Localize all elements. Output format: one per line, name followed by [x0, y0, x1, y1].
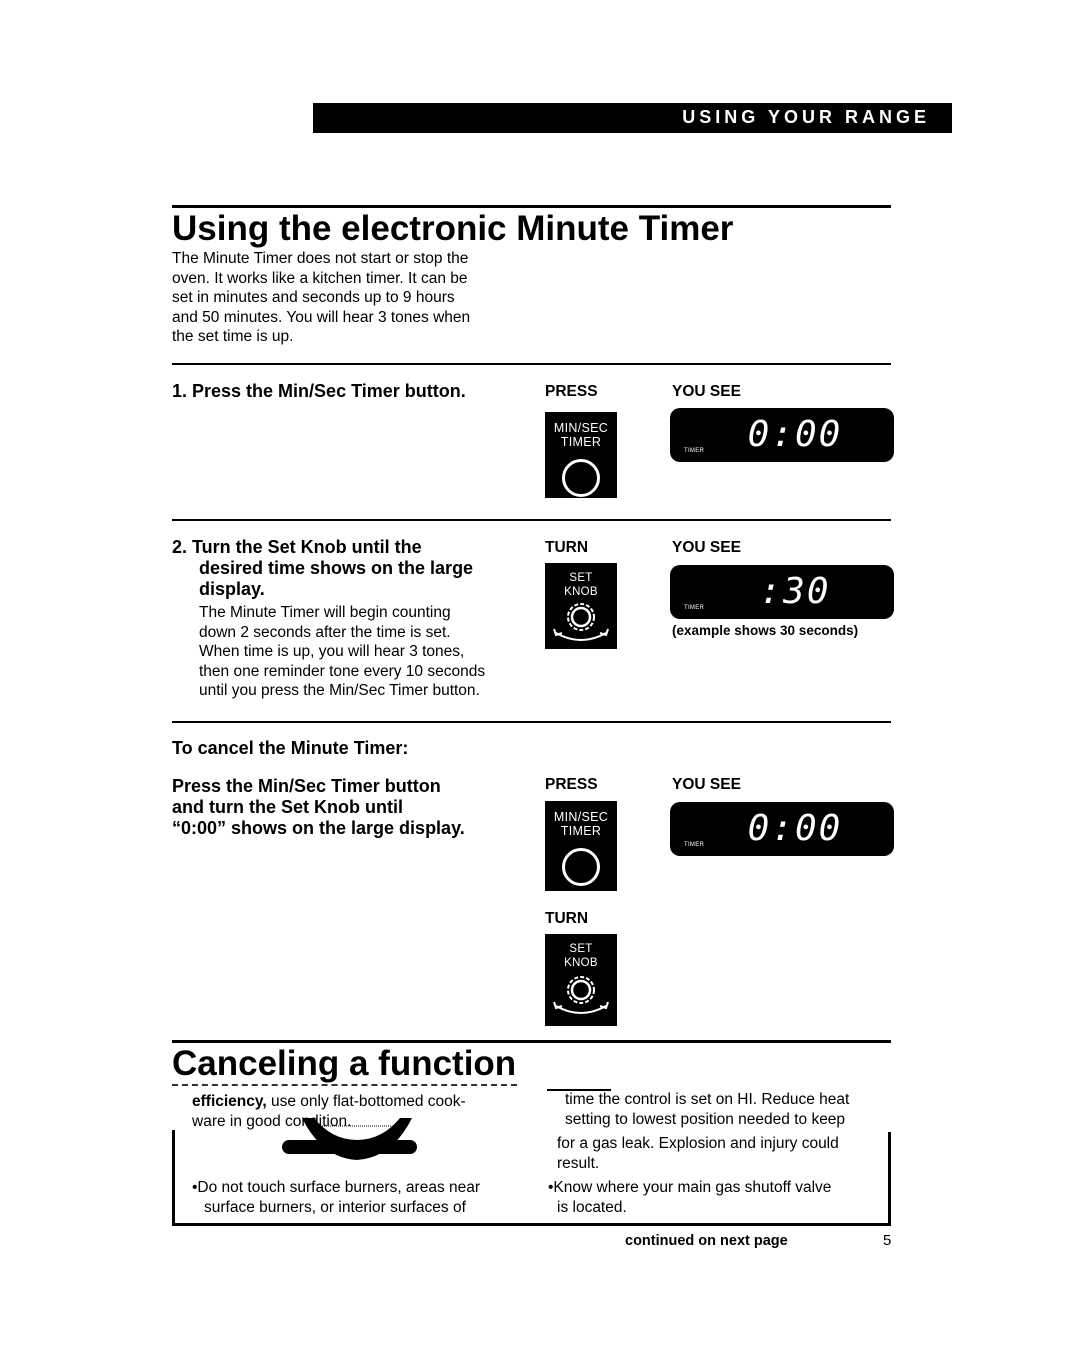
- warning-box-left-border: [172, 1130, 175, 1226]
- min-sec-timer-button[interactable]: MIN/SEC TIMER: [545, 801, 617, 891]
- intro-paragraph: The Minute Timer does not start or stop …: [172, 249, 532, 347]
- display-timer-tag: TIMER: [684, 605, 705, 611]
- title-rule: [172, 205, 891, 208]
- set-knob[interactable]: SET KNOB: [545, 563, 617, 649]
- page-number: 5: [883, 1232, 892, 1249]
- step1-rule: [172, 363, 891, 365]
- step2-body-line: When time is up, you will hear 3 tones,: [199, 643, 465, 660]
- knob-rotate-icon: [553, 603, 609, 641]
- knob-rotate-icon: [553, 976, 609, 1014]
- left-bullet: •Do not touch surface burners, areas nea…: [192, 1178, 480, 1217]
- scan-artifact-line: [172, 1084, 517, 1089]
- button-label-line: TIMER: [560, 435, 602, 449]
- knob-label-line: KNOB: [564, 586, 598, 598]
- turn-label: TURN: [545, 910, 589, 927]
- knob-label-line: KNOB: [564, 957, 598, 969]
- intro-line: and 50 minutes. You will hear 3 tones wh…: [172, 308, 471, 326]
- display-timer-tag: TIMER: [684, 842, 705, 848]
- step2-title-line: desired time shows on the large: [199, 558, 474, 578]
- knob-label: SET KNOB: [545, 563, 617, 599]
- bullet-line: •Do not touch surface burners, areas nea…: [192, 1179, 481, 1196]
- you-see-label: YOU SEE: [672, 776, 741, 793]
- right-text-top: time the control is set on HI. Reduce he…: [565, 1090, 849, 1129]
- right-bullet: •Know where your main gas shutoff valve …: [548, 1178, 831, 1217]
- button-label-line: MIN/SEC: [553, 810, 609, 824]
- display-digits: 0:00: [747, 414, 843, 455]
- turn-label: TURN: [545, 539, 589, 556]
- section-label: USING YOUR RANGE: [682, 107, 930, 127]
- cancel-rule: [172, 721, 891, 723]
- circle-button-icon: [562, 848, 600, 886]
- right-line: time the control is set on HI. Reduce he…: [565, 1091, 850, 1108]
- warning-box-bottom-border: [172, 1223, 891, 1226]
- press-label: PRESS: [545, 383, 598, 400]
- warning-box-right-border: [888, 1132, 891, 1226]
- step2-body-line: until you press the Min/Sec Timer button…: [199, 682, 480, 699]
- continued-note: continued on next page: [625, 1233, 788, 1249]
- page-title: Using the electronic Minute Timer: [172, 209, 734, 248]
- step2-title-line: display.: [199, 579, 265, 599]
- button-label-line: TIMER: [560, 824, 602, 838]
- intro-line: The Minute Timer does not start or stop …: [172, 250, 469, 267]
- right-text-mid: for a gas leak. Explosion and injury cou…: [557, 1134, 839, 1173]
- timer-display: :30 TIMER: [670, 565, 894, 619]
- intro-line: oven. It works like a kitchen timer. It …: [172, 269, 468, 287]
- set-knob[interactable]: SET KNOB: [545, 934, 617, 1026]
- step2-body-line: then one reminder tone every 10 seconds: [199, 662, 486, 680]
- press-label: PRESS: [545, 776, 598, 793]
- step2-body: The Minute Timer will begin counting dow…: [199, 603, 485, 701]
- knob-label-line: SET: [569, 572, 593, 584]
- bullet-line: is located.: [557, 1198, 627, 1216]
- knob-label: SET KNOB: [545, 934, 617, 970]
- cancel-heading: To cancel the Minute Timer:: [172, 738, 409, 758]
- bullet-line: surface burners, or interior surfaces of: [204, 1198, 466, 1216]
- step2-body-line: The Minute Timer will begin counting: [199, 604, 451, 621]
- step2-title-line: 2. Turn the Set Knob until the: [172, 537, 422, 557]
- step1-title: 1. Press the Min/Sec Timer button.: [172, 381, 466, 401]
- intro-line: the set time is up.: [172, 328, 294, 345]
- section2-title: Canceling a function: [172, 1044, 517, 1083]
- efficiency-rest: use only flat-bottomed cook-: [266, 1093, 466, 1110]
- cancel-instruction-line: and turn the Set Knob until: [172, 797, 403, 817]
- display-caption: (example shows 30 seconds): [672, 623, 859, 638]
- cancel-instruction-line: Press the Min/Sec Timer button: [172, 776, 441, 796]
- step2-body-line: down 2 seconds after the time is set.: [199, 623, 451, 641]
- intro-line: set in minutes and seconds up to 9 hours: [172, 289, 455, 306]
- display-digits: :30: [759, 571, 831, 612]
- step2-title: 2. Turn the Set Knob until the desired t…: [172, 537, 473, 600]
- you-see-label: YOU SEE: [672, 539, 741, 556]
- button-label: MIN/SEC TIMER: [545, 412, 617, 449]
- right-line: setting to lowest position needed to kee…: [565, 1110, 846, 1128]
- min-sec-timer-button[interactable]: MIN/SEC TIMER: [545, 412, 617, 498]
- bullet-line: •Know where your main gas shutoff valve: [548, 1179, 832, 1196]
- knob-label-line: SET: [569, 943, 593, 955]
- button-label: MIN/SEC TIMER: [545, 801, 617, 838]
- right-line: result.: [557, 1154, 600, 1172]
- right-line: for a gas leak. Explosion and injury cou…: [557, 1135, 839, 1152]
- display-digits: 0:00: [747, 808, 843, 849]
- timer-display: 0:00 TIMER: [670, 802, 894, 856]
- display-timer-tag: TIMER: [684, 448, 705, 454]
- button-label-line: MIN/SEC: [553, 421, 609, 435]
- timer-display: 0:00 TIMER: [670, 408, 894, 462]
- cancel-instruction: Press the Min/Sec Timer button and turn …: [172, 776, 465, 839]
- section2-rule: [172, 1040, 891, 1043]
- you-see-label: YOU SEE: [672, 383, 741, 400]
- cancel-instruction-line: “0:00” shows on the large display.: [172, 818, 465, 838]
- step2-rule: [172, 519, 891, 521]
- circle-button-icon: [562, 459, 600, 497]
- efficiency-bold: efficiency,: [192, 1093, 267, 1110]
- section-header-band: USING YOUR RANGE: [313, 103, 952, 133]
- cookware-icon: [282, 1118, 417, 1160]
